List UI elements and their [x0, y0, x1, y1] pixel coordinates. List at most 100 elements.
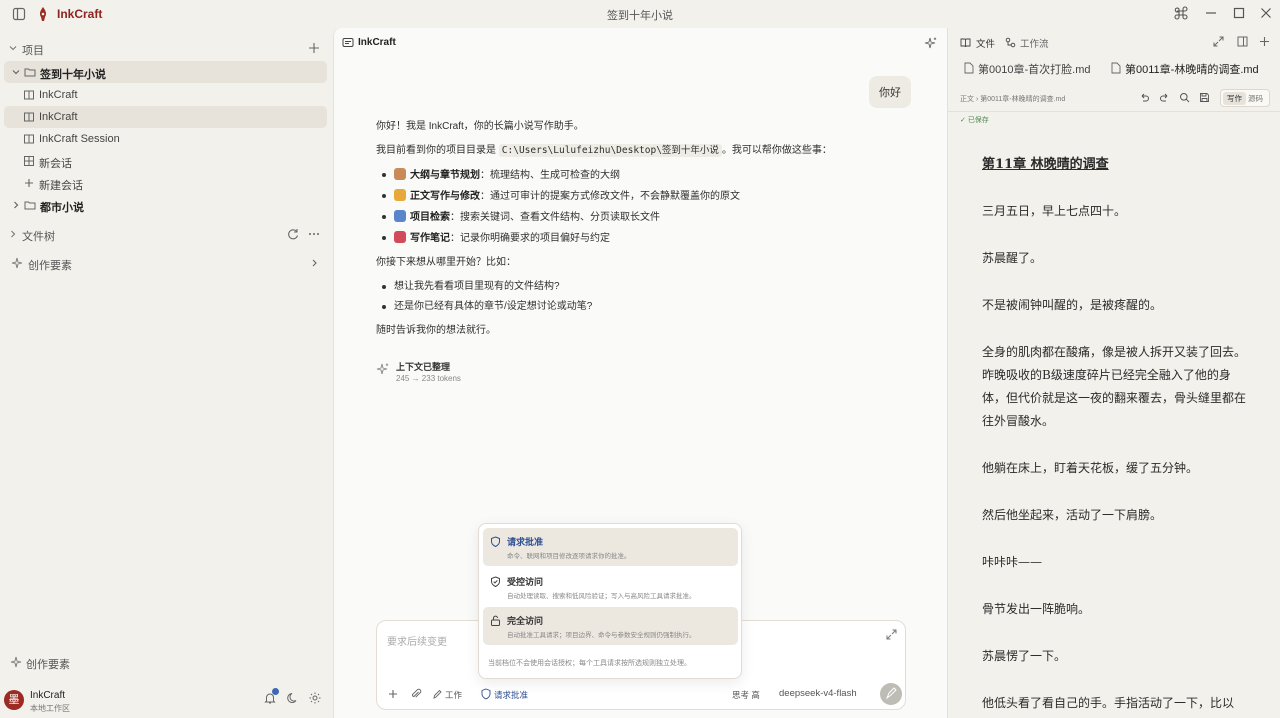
pen-icon: [432, 688, 442, 700]
chat-title: InkCraft: [358, 37, 396, 48]
option-desc: 自动批准工具请求；项目边界、命令与参数安全规则仍强制执行。: [507, 632, 696, 639]
paperclip-icon[interactable]: [410, 688, 422, 700]
plus-icon: [23, 177, 35, 189]
more-icon[interactable]: [307, 227, 321, 241]
app-name: InkCraft: [57, 7, 103, 21]
mode-source-button[interactable]: 源码: [1248, 93, 1263, 104]
sparkle-icon[interactable]: [924, 36, 938, 50]
refresh-icon[interactable]: [286, 227, 300, 241]
session-item[interactable]: 新会话: [4, 150, 327, 172]
bottom-elements-button[interactable]: 创作要素: [0, 652, 333, 672]
expand-icon[interactable]: [886, 629, 897, 640]
doc-paragraph: 然后他坐起来，活动了一下肩膀。: [982, 508, 1163, 522]
sparkle-icon: [11, 257, 23, 269]
new-session-button[interactable]: 新建会话: [4, 172, 327, 194]
doc-paragraph: 他低头看了看自己的手。手指活动了一下，比以: [982, 696, 1235, 710]
doc-paragraph: 苏晨愣了一下。: [982, 649, 1067, 663]
option-title: 受控访问: [507, 577, 544, 587]
close-icon[interactable]: [1259, 6, 1273, 20]
command-icon[interactable]: [1174, 6, 1188, 20]
tab-files[interactable]: 文件: [976, 36, 995, 50]
context-tokens: 245 → 233 tokens: [396, 374, 461, 383]
reply-closing: 随时告诉我你的想法就行。: [376, 325, 496, 336]
search-icon[interactable]: [1179, 92, 1190, 103]
approval-option-controlled[interactable]: 受控访问 自动处理读取、搜索和低风险验证；写入与高风险工具请求批准。: [483, 568, 738, 606]
reply-directory: 我目前看到你的项目目录是 C:\Users\Lulufeizhu\Desktop…: [376, 144, 832, 157]
send-button[interactable]: [880, 683, 902, 705]
gear-icon[interactable]: [308, 691, 322, 705]
user-name: InkCraft: [30, 690, 66, 701]
chat-icon: [342, 37, 354, 49]
sidebar-toggle-icon[interactable]: [12, 7, 26, 21]
composer-placeholder: 要求后续变更: [387, 637, 447, 648]
session-item[interactable]: InkCraft Session: [4, 128, 327, 150]
list-item: 正文写作与修改：通过可审计的提案方式修改文件，不会静默覆盖你的原文: [380, 189, 896, 204]
projects-label: 项目: [22, 45, 44, 57]
split-view-icon[interactable]: [1237, 36, 1248, 47]
folder-icon: [24, 66, 36, 78]
plus-icon[interactable]: [387, 688, 399, 700]
user-message: 你好: [869, 76, 911, 108]
list-item: 想让我先看看项目里现有的文件结构?: [380, 280, 896, 294]
chat-panel: InkCraft 你好 你好！我是 InkCraft，你的长篇小说写作助手。 我…: [333, 28, 948, 718]
add-project-icon[interactable]: [307, 41, 321, 55]
folder-icon: [24, 199, 36, 211]
thinking-selector[interactable]: 思考 高: [732, 689, 760, 701]
approval-note: 当前档位不会使用会话授权；每个工具请求按所选规则独立处理。: [488, 660, 691, 667]
session-label: InkCraft Session: [39, 133, 120, 145]
project-item-qiandao[interactable]: 签到十年小说: [4, 61, 327, 83]
approval-option-full[interactable]: 完全访问 自动批准工具请求；项目边界、命令与参数安全规则仍强制执行。: [483, 607, 738, 645]
chevron-down-icon: [8, 43, 18, 53]
session-item[interactable]: InkCraft: [4, 106, 327, 128]
filetree-section-header[interactable]: 文件树: [0, 224, 333, 244]
project-item-dushi[interactable]: 都市小说: [4, 194, 327, 216]
elements-section-header[interactable]: 创作要素: [0, 253, 333, 273]
chevron-right-icon[interactable]: [310, 256, 320, 270]
file-icon: [964, 62, 974, 74]
session-label: 新会话: [39, 158, 72, 170]
approval-option-request[interactable]: 请求批准 命令、联网和项目修改逐项请求你的批准。: [483, 528, 738, 566]
doc-paragraph: 咔咔咔——: [982, 555, 1043, 569]
project-name: 签到十年小说: [40, 69, 106, 81]
doc-paragraph: 骨节发出一阵脆响。: [982, 602, 1091, 616]
mode-write-button[interactable]: 写作: [1223, 92, 1246, 105]
reply-question: 你接下来想从哪里开始？比如：: [376, 257, 516, 268]
directory-path: C:\Users\Lulufeizhu\Desktop\签到十年小说: [498, 144, 722, 157]
model-selector[interactable]: deepseek-v4-flash: [779, 688, 857, 699]
suggestion-list: 想让我先看看项目里现有的文件结构? 还是你已经有具体的章节/设定想讨论或动笔?: [380, 280, 896, 314]
expand-icon[interactable]: [1213, 36, 1224, 47]
projects-section-header[interactable]: 项目: [0, 38, 333, 58]
document-content[interactable]: 第11章 林晚晴的调查 三月五日，早上七点四十。 苏晨醒了。 不是被闹钟叫醒的，…: [982, 153, 1252, 718]
doc-paragraph: 不是被闹钟叫醒的，是被疼醒的。: [982, 298, 1163, 312]
save-icon[interactable]: [1199, 92, 1210, 103]
avatar[interactable]: 墨: [4, 690, 24, 710]
book-icon: [960, 37, 971, 48]
book-icon: [23, 111, 35, 123]
redo-icon[interactable]: [1159, 92, 1170, 103]
maximize-icon[interactable]: [1232, 6, 1246, 20]
view-mode-toggle: 写作 源码: [1220, 89, 1270, 107]
composer-toolbar: 工作 请求批准 思考 高 deepseek-v4-flash: [377, 683, 907, 707]
tab-workflow[interactable]: 工作流: [1020, 36, 1049, 50]
calendar-emoji-icon: [394, 168, 406, 180]
filetree-label: 文件树: [22, 231, 55, 243]
bottom-elements-label: 创作要素: [26, 659, 70, 671]
chapter-heading: 第11章 林晚晴的调查: [982, 157, 1109, 172]
plus-icon[interactable]: [1259, 36, 1270, 47]
session-label: InkCraft: [39, 111, 78, 123]
context-title: 上下文已整理: [396, 362, 451, 372]
inkcraft-logo-icon: [36, 6, 50, 22]
assistant-message: 你好！我是 InkCraft，你的长篇小说写作助手。 我目前看到你的项目目录是 …: [376, 120, 896, 348]
minimize-icon[interactable]: [1204, 6, 1218, 20]
magnifier-emoji-icon: [394, 210, 406, 222]
approval-selector[interactable]: 请求批准: [494, 689, 528, 701]
chevron-down-icon: [10, 66, 22, 78]
session-item[interactable]: InkCraft: [4, 84, 327, 106]
sparkle-icon: [376, 362, 390, 376]
new-session-label: 新建会话: [39, 180, 83, 192]
list-item: 写作笔记：记录你明确要求的项目偏好与约定: [380, 231, 896, 246]
undo-icon[interactable]: [1139, 92, 1150, 103]
mode-selector[interactable]: 工作: [445, 689, 462, 701]
moon-icon[interactable]: [286, 691, 300, 705]
window-title: 签到十年小说: [607, 10, 673, 22]
